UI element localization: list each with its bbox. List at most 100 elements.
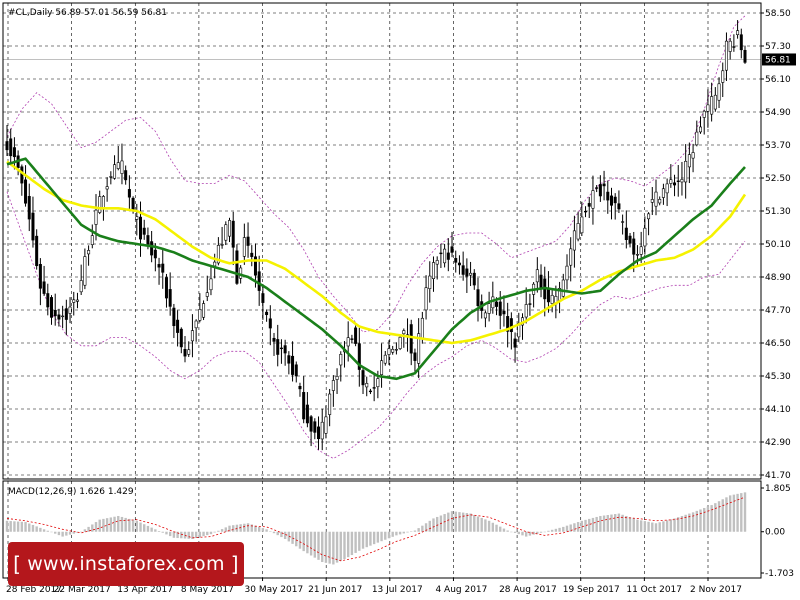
macd-histogram-bar: [350, 531, 354, 556]
candle-bull: [706, 104, 710, 112]
candle-bear: [587, 203, 591, 207]
y-tick-label: 41.70: [765, 471, 791, 481]
macd-histogram-bar: [406, 531, 409, 533]
y-tick-label: 50.10: [765, 240, 791, 250]
macd-histogram-bar: [202, 531, 205, 537]
macd-histogram-bar: [369, 531, 372, 546]
macd-histogram-bar: [599, 515, 602, 532]
macd-histogram-bar: [565, 525, 569, 532]
macd-histogram-bar: [131, 519, 135, 532]
candle-bull: [717, 83, 721, 101]
macd-histogram-bar: [187, 531, 190, 539]
candle-bear: [495, 301, 499, 307]
macd-histogram-bar: [217, 530, 220, 532]
x-tick-label: 30 May 2017: [245, 585, 304, 595]
candle-bull: [194, 320, 198, 329]
candle-bull: [483, 312, 487, 319]
candle-bull: [205, 292, 209, 297]
candle-bear: [676, 180, 680, 182]
macd-histogram-bar: [31, 524, 35, 532]
y-tick-label: 51.30: [765, 207, 791, 217]
candle-bull: [524, 304, 528, 318]
macd-histogram-bar: [354, 531, 357, 553]
macd-histogram-bar: [491, 522, 495, 532]
candle-bear: [50, 297, 54, 318]
candle-bear: [602, 183, 606, 187]
macd-histogram-bar: [257, 526, 261, 532]
macd-histogram-bar: [113, 516, 116, 532]
macd-histogram-bar: [732, 494, 736, 532]
candle-bull: [209, 278, 213, 291]
candle-bull: [695, 131, 699, 146]
candle-bear: [168, 289, 172, 307]
macd-histogram-bar: [13, 521, 16, 532]
macd-histogram-bar: [506, 530, 509, 532]
candle-bull: [75, 299, 79, 302]
macd-histogram-bar: [658, 522, 661, 532]
candle-bull: [242, 237, 246, 257]
macd-histogram-bar: [573, 523, 576, 532]
macd-histogram-bar: [654, 523, 658, 532]
macd-histogram-bar: [57, 531, 61, 536]
macd-histogram-bar: [476, 516, 480, 532]
macd-histogram-bar: [317, 531, 320, 560]
macd-histogram-bar: [157, 531, 161, 532]
macd-histogram-bar: [628, 517, 632, 532]
macd-histogram-bar: [20, 521, 24, 532]
macd-histogram-bar: [324, 531, 328, 563]
candle-bear: [5, 141, 9, 151]
y-tick-label: 54.90: [765, 108, 791, 118]
candle-bull: [420, 317, 424, 339]
candle-bear: [609, 195, 613, 206]
candle-bull: [320, 421, 324, 440]
candle-bear: [38, 264, 42, 289]
macd-histogram-bar: [435, 516, 439, 532]
price-tag: 56.81: [762, 53, 796, 66]
macd-histogram-bar: [105, 518, 109, 532]
candle-bull: [491, 296, 495, 309]
candle-bull: [213, 261, 217, 267]
candle-bull: [561, 279, 565, 297]
candle-bear: [368, 390, 372, 393]
macd-histogram-bar: [384, 531, 387, 540]
macd-histogram-bar: [665, 520, 669, 532]
candle-bear: [739, 34, 743, 51]
candle-bull: [665, 183, 669, 194]
candle-bear: [502, 310, 506, 315]
candle-bull: [224, 224, 228, 241]
macd-histogram-bar: [513, 531, 517, 533]
candle-bear: [446, 252, 450, 260]
candle-bear: [150, 241, 154, 256]
macd-histogram-bar: [499, 526, 502, 532]
candle-bear: [157, 264, 161, 268]
candle-bull: [87, 250, 91, 255]
macd-histogram-bar: [447, 512, 450, 532]
candle-bull: [658, 198, 662, 204]
macd-histogram-bar: [232, 525, 235, 532]
macd-histogram-bar: [365, 531, 368, 548]
candle-bull: [109, 176, 113, 178]
candle-bear: [606, 191, 610, 201]
macd-histogram-bar: [120, 516, 124, 532]
macd-histogram-bar: [224, 527, 228, 532]
macd-histogram-bar: [28, 523, 31, 532]
candle-bull: [635, 254, 639, 256]
macd-histogram-bar: [102, 518, 105, 532]
macd-histogram-bar: [276, 531, 279, 536]
candle-bear: [35, 235, 39, 267]
macd-histogram-bar: [5, 520, 9, 532]
macd-histogram-bar: [484, 519, 487, 532]
macd-histogram-bar: [432, 518, 435, 532]
candle-bull: [487, 303, 491, 314]
candle-bull: [724, 40, 728, 71]
candle-bull: [431, 262, 435, 279]
candle-bear: [231, 220, 235, 248]
watermark-text: www.instaforex.com: [27, 553, 225, 575]
macd-histogram-bar: [651, 522, 654, 532]
candle-bear: [9, 138, 13, 157]
macd-histogram-bar: [339, 531, 342, 561]
macd-histogram-bar: [391, 531, 394, 537]
candle-bull: [94, 209, 98, 225]
macd-histogram-bar: [643, 521, 647, 532]
candle-bear: [539, 274, 543, 289]
